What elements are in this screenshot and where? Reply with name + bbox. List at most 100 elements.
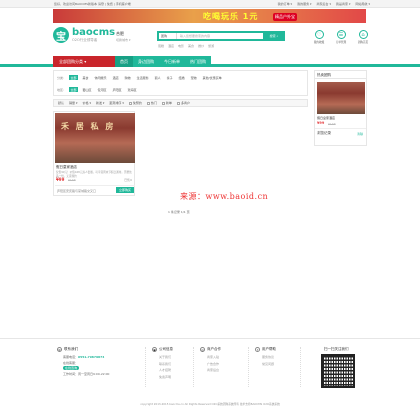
- divider: [145, 347, 146, 387]
- sort-sales[interactable]: 销量 ▾: [69, 101, 77, 105]
- search-input[interactable]: 输入您想要搜索的内容: [180, 33, 210, 39]
- filter-label: 地区:: [57, 87, 65, 92]
- topbar-link-merchant[interactable]: 商家后台: [317, 2, 331, 6]
- clear-history-link[interactable]: 清除: [357, 132, 363, 136]
- topbar-link-orders[interactable]: 我的订单: [278, 2, 292, 6]
- filter-option[interactable]: 包河区: [96, 87, 108, 92]
- check-hot[interactable]: 热门: [146, 101, 157, 105]
- check-no-booking[interactable]: 免预约: [128, 101, 142, 105]
- check-new[interactable]: 新单: [161, 101, 172, 105]
- filter-option[interactable]: 全部: [69, 75, 79, 80]
- hot-word[interactable]: 婚纱: [198, 44, 204, 48]
- filter-option[interactable]: 生活服务: [135, 75, 150, 80]
- hot-deals-sidebar: 热卖团购 假日皇家酒店 ¥99 ¥168 浏览记录 清除: [314, 70, 367, 146]
- deal-card[interactable]: 禾 居 私 房 假日皇家酒店 仅售99元！价值168元双人套餐，可享受周末节假日…: [53, 111, 135, 196]
- deal-image[interactable]: 禾 居 私 房: [55, 113, 135, 163]
- checkbox[interactable]: [146, 101, 150, 105]
- footer-link[interactable]: 商家入驻: [207, 355, 221, 359]
- topbar-link-sitemap[interactable]: 网站导航: [356, 2, 370, 6]
- phone-icon: ☏: [57, 347, 62, 352]
- main-nav: 全部团购分类 ▾ 首页 身边团购 今日新单 热门团购: [0, 56, 420, 67]
- footer-link[interactable]: 服务协议: [262, 355, 276, 359]
- hot-word[interactable]: 美食: [188, 44, 194, 48]
- filter-option[interactable]: 全部: [69, 87, 79, 92]
- orders-shortcut[interactable]: ☰ 订单管理: [334, 30, 348, 44]
- qr-code-icon: [321, 354, 355, 388]
- filter-option[interactable]: 蜀山区: [81, 87, 93, 92]
- building-icon: ▣: [152, 347, 157, 352]
- checkbox[interactable]: [161, 101, 165, 105]
- sort-default[interactable]: 默认: [58, 101, 64, 105]
- topbar-link-iam-merchant[interactable]: 我是商家: [336, 2, 350, 6]
- search-box: 团购 输入您想要搜索的内容 搜索 ⌕: [157, 31, 285, 41]
- online-consult-button[interactable]: 在线咨询: [63, 366, 80, 370]
- watermark-text: 来源：www.baoid.cn: [180, 192, 269, 201]
- sidebar-deal-price: ¥99: [317, 121, 325, 125]
- top-bar: 您好，欢迎访问BAOCMS新版本 请登 | 免费 | 手机客户端 我的订单 我的…: [0, 0, 420, 8]
- promo-banner[interactable]: 吃喝玩乐 1元 精品户外宝: [53, 9, 366, 23]
- filter-option[interactable]: 其他/优惠买单: [201, 75, 223, 80]
- nav-nearby[interactable]: 身边团购: [133, 56, 159, 67]
- banner-headline: 吃喝玩乐 1元: [203, 12, 259, 21]
- filter-option[interactable]: 宠物: [189, 75, 198, 80]
- checkbox[interactable]: [176, 101, 180, 105]
- nav-today[interactable]: 今日新单: [159, 56, 185, 67]
- sort-bar: 默认 销量 ▾ 价格 ▾ 新发 ▾ 距离排序 ▾ 免预约 热门 新单 多商户: [53, 99, 308, 107]
- shortcut-label: 订单管理: [335, 41, 347, 44]
- filter-option[interactable]: 结婚: [177, 75, 186, 80]
- home-shortcut[interactable]: ⌂ 团购首页: [356, 30, 370, 44]
- filter-option[interactable]: 丽人: [153, 75, 162, 80]
- footer-link[interactable]: 免责声明: [159, 375, 173, 379]
- search-button[interactable]: 搜索 ⌕: [263, 31, 285, 41]
- filter-option[interactable]: 美食: [81, 75, 90, 80]
- deal-old-price: ¥168: [68, 178, 76, 182]
- shortcut-label: 团购首页: [357, 41, 369, 44]
- sort-new[interactable]: 新发 ▾: [96, 101, 104, 105]
- check-label: 多商户: [180, 101, 190, 105]
- hot-word[interactable]: 旅游: [208, 44, 214, 48]
- footer-link[interactable]: 广告合作: [207, 362, 221, 366]
- check-multi-shop[interactable]: 多商户: [176, 101, 190, 105]
- city-switch-link[interactable]: 切换城市 ▾: [116, 38, 130, 42]
- site-logo[interactable]: 宝 baocms O2O行业领导者: [53, 27, 115, 43]
- sort-price[interactable]: 价格 ▾: [82, 101, 90, 105]
- footer-link[interactable]: 商家后台: [207, 368, 221, 372]
- nav-hot[interactable]: 热门团购: [185, 56, 211, 67]
- search-button-label: 搜索: [269, 34, 276, 38]
- buy-now-button[interactable]: 立即购买: [116, 187, 134, 193]
- search-type-select[interactable]: 团购: [159, 33, 177, 39]
- city-selector[interactable]: 合肥 切换城市 ▾: [116, 31, 130, 42]
- footer-heading: 联系我们: [64, 347, 78, 351]
- filter-option[interactable]: 瑶海区: [126, 87, 138, 92]
- topbar-links: 我的订单 我的服务 商家后台 我是商家 网站导航: [278, 2, 370, 6]
- hot-words: 蛋糕 酒店 电影 美食 婚纱 旅游: [158, 44, 214, 48]
- footer-link[interactable]: 人才招聘: [159, 368, 173, 372]
- history-title: 浏览记录: [317, 131, 331, 135]
- sort-distance[interactable]: 距离排序 ▾: [109, 101, 123, 105]
- footer-link[interactable]: 联系我们: [159, 362, 173, 366]
- all-categories-button[interactable]: 全部团购分类 ▾: [53, 56, 115, 67]
- sidebar-deal-image[interactable]: [317, 82, 365, 114]
- filter-option[interactable]: 庐阳区: [111, 87, 123, 92]
- divider: [300, 347, 301, 387]
- favorites-shortcut[interactable]: ♡ 我的收藏: [312, 30, 326, 44]
- hot-word[interactable]: 酒店: [168, 44, 174, 48]
- hot-word[interactable]: 蛋糕: [158, 44, 164, 48]
- nav-home[interactable]: 首页: [115, 56, 133, 67]
- sidebar-deal-title[interactable]: 假日皇家酒店: [317, 116, 335, 120]
- footer-link[interactable]: 关于我们: [159, 355, 173, 359]
- checkbox[interactable]: [128, 101, 132, 105]
- work-hours: 工作时间：周一至周日9:00-22:00: [63, 371, 110, 376]
- topbar-link-service[interactable]: 我的服务: [297, 2, 311, 6]
- filter-option[interactable]: 亲子: [165, 75, 174, 80]
- filter-option[interactable]: 购物: [123, 75, 132, 80]
- storefront-sign: 禾 居 私 房: [61, 122, 116, 131]
- deal-price: ¥99: [56, 177, 65, 182]
- hot-word[interactable]: 电影: [178, 44, 184, 48]
- area-filter: 地区: 全部 蜀山区 包河区 庐阳区 瑶海区: [57, 87, 138, 92]
- welcome-text: 您好，欢迎访问BAOCMS新版本 请登 | 免费 | 手机客户端: [54, 2, 131, 6]
- filter-option[interactable]: 休闲娱乐: [93, 75, 108, 80]
- sidebar-title: 热卖团购: [315, 71, 366, 79]
- filter-option[interactable]: 酒店: [111, 75, 120, 80]
- footer-link[interactable]: 常见问题: [262, 362, 276, 366]
